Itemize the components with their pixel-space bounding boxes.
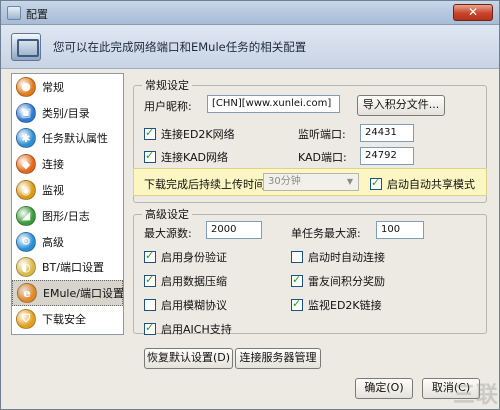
sidebar-item-label: 类别/目录 [42,106,90,120]
auto-connect-checkbox[interactable]: 启动时自动连接 [291,249,385,265]
connection-icon: ◆ [16,154,36,175]
identity-verification-label: 启用身份验证 [161,251,227,264]
sidebar-item[interactable]: ● 常规 [12,74,123,100]
sidebar-item[interactable]: ◢ 图形/日志 [12,203,123,229]
data-compression-checkbox-box[interactable] [144,273,156,287]
sidebar-item-label: 常规 [42,80,64,94]
kad-checkbox-box[interactable] [144,149,156,163]
close-button[interactable]: ✕ [453,4,493,21]
listen-port-input[interactable]: 24431 [360,124,414,142]
general-settings-legend: 常规设定 [145,79,189,92]
server-management-button[interactable]: 连接服务器管理 [235,348,321,369]
dropdown-arrow-icon[interactable]: ▼ [344,176,356,188]
task-properties-icon: ✱ [16,128,36,149]
aich-support-checkbox-box[interactable] [144,321,156,335]
peer-credit-reward-checkbox[interactable]: 雷友间积分奖励 [291,273,385,289]
sidebar-item-label: 任务默认属性 [42,132,108,146]
advanced-settings-legend: 高级设定 [145,208,189,221]
sidebar-item-label: 高级 [42,235,64,249]
general-icon: ● [16,76,36,97]
bt-port-icon: ◐ [16,257,36,278]
monitor-icon: ◉ [16,180,36,201]
kad-port-input[interactable]: 24792 [360,147,414,165]
ed2k-checkbox-label: 连接ED2K网络 [161,128,235,141]
auto-share-checkbox[interactable]: 启动自动共享模式 [370,176,475,192]
data-compression-label: 启用数据压缩 [161,275,227,288]
watermark: 三联 [452,383,499,408]
sidebar-item[interactable]: ◉ 监视 [12,177,123,203]
upload-time-select[interactable]: 30分钟 ▼ [263,173,359,191]
upload-time-label: 下载完成后持续上传时间: [144,178,269,191]
window-title: 配置 [26,8,48,21]
task-max-sources-label: 单任务最大源: [291,227,361,240]
title-bar[interactable]: 配置 ✕ [1,1,499,25]
sidebar-item-label: 图形/日志 [42,209,90,223]
auto-connect-checkbox-box[interactable] [291,251,303,263]
ed2k-checkbox-box[interactable] [144,126,156,140]
advanced-icon: ⚙ [16,231,36,252]
task-max-sources-input[interactable]: 100 [376,221,424,239]
sidebar-item-label: BT/端口设置 [42,261,104,275]
peer-credit-reward-label: 雷友间积分奖励 [308,275,385,288]
settings-window-icon [11,33,41,61]
nickname-input[interactable]: [CHN][www.xunlei.com] [207,95,340,113]
aich-support-label: 启用AICH支持 [161,323,232,336]
monitor-ed2k-links-label: 监视ED2K链接 [308,299,382,312]
upload-time-value: 30分钟 [268,176,301,187]
category-sidebar: ● 常规 ▣ 类别/目录 ✱ 任务默认属性 ◆ 连接 ◉ 监视 ◢ 图形/日志 ⚙ 高级 ◐ BT/端口设置 e… [11,73,124,335]
auto-share-checkbox-box[interactable] [370,176,382,190]
kad-port-label: KAD端口: [298,151,347,164]
import-credits-button[interactable]: 导入积分文件... [357,95,445,116]
max-sources-label: 最大源数: [144,227,192,240]
folder-icon: ▣ [16,102,36,123]
sidebar-item[interactable]: ◆ 连接 [12,151,123,177]
listen-port-label: 监听端口: [298,128,346,141]
kad-checkbox[interactable]: 连接KAD网络 [144,149,228,165]
sidebar-item[interactable]: ⚙ 高级 [12,229,123,255]
sidebar-item-label: 连接 [42,158,64,172]
sidebar-item[interactable]: e EMule/端口设置 [12,280,124,307]
graph-log-icon: ◢ [16,205,36,226]
download-security-icon: ⛉ [16,309,36,330]
obfuscation-protocol-label: 启用模糊协议 [161,299,227,312]
sidebar-item[interactable]: ⛉ 下载安全 [12,306,123,332]
max-sources-input[interactable]: 2000 [206,221,262,239]
peer-credit-reward-checkbox-box[interactable] [291,273,303,287]
aich-support-checkbox[interactable]: 启用AICH支持 [144,321,232,337]
identity-verification-checkbox-box[interactable] [144,249,156,263]
sidebar-item-label: EMule/端口设置 [43,287,124,301]
sidebar-item[interactable]: ✱ 任务默认属性 [12,126,123,152]
emule-port-icon: e [17,283,37,304]
monitor-ed2k-links-checkbox[interactable]: 监视ED2K链接 [291,297,382,313]
sidebar-item[interactable]: ▣ 类别/目录 [12,100,123,126]
data-compression-checkbox[interactable]: 启用数据压缩 [144,273,227,289]
sidebar-item-label: 监视 [42,184,64,198]
auto-share-checkbox-label: 启动自动共享模式 [387,178,475,191]
header-description: 您可以在此完成网络端口和EMule任务的相关配置 [53,40,307,54]
auto-connect-label: 启动时自动连接 [308,251,385,264]
sidebar-item[interactable]: ◐ BT/端口设置 [12,255,123,281]
dialog-header: 您可以在此完成网络端口和EMule任务的相关配置 [1,25,499,69]
obfuscation-protocol-checkbox-box[interactable] [144,299,156,311]
kad-checkbox-label: 连接KAD网络 [161,151,229,164]
obfuscation-protocol-checkbox[interactable]: 启用模糊协议 [144,297,227,313]
nickname-label: 用户昵称: [144,100,192,113]
ed2k-checkbox[interactable]: 连接ED2K网络 [144,126,235,142]
settings-panel: 常规设定 用户昵称: [CHN][www.xunlei.com] 导入积分文件.… [130,73,491,369]
ok-button[interactable]: 确定(O) [355,378,413,399]
restore-defaults-button[interactable]: 恢复默认设置(D) [144,348,233,369]
sidebar-item-label: 下载安全 [42,313,86,327]
app-icon [7,6,21,20]
identity-verification-checkbox[interactable]: 启用身份验证 [144,249,227,265]
monitor-ed2k-links-checkbox-box[interactable] [291,297,303,311]
config-dialog: 配置 ✕ 您可以在此完成网络端口和EMule任务的相关配置 ● 常规 ▣ 类别/目录 ✱… [0,0,500,410]
